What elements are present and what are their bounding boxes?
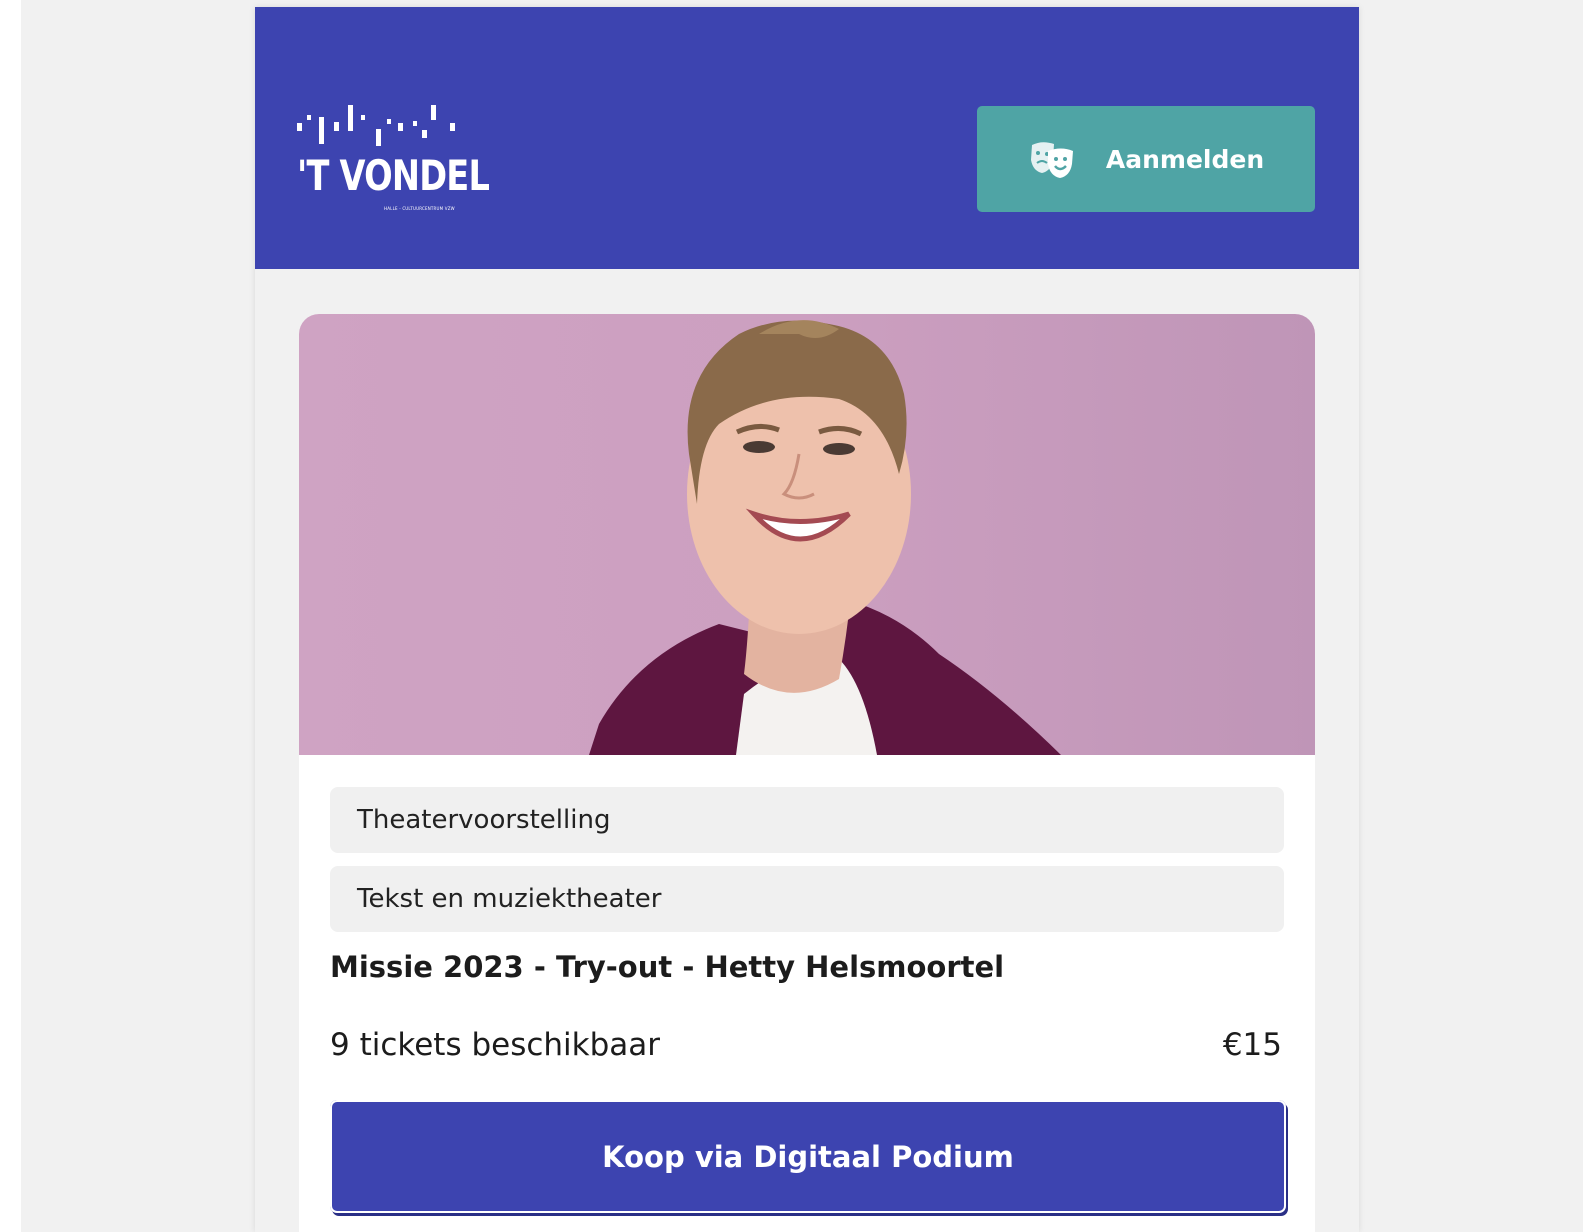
genre-tag[interactable]: Tekst en muziektheater [330, 866, 1284, 932]
login-button[interactable]: Aanmelden [977, 106, 1315, 212]
login-label: Aanmelden [1105, 144, 1265, 174]
site-header: 'T VONDEL HALLE - CULTUURCENTRUM VZW Aan… [255, 7, 1359, 269]
ticket-availability: 9 tickets beschikbaar [330, 1027, 661, 1063]
event-image[interactable] [299, 314, 1315, 755]
category-tag[interactable]: Theatervoorstelling [330, 787, 1284, 853]
logo-bars-icon [297, 105, 455, 146]
buy-tickets-label: Koop via Digitaal Podium [602, 1139, 1014, 1174]
event-title: Missie 2023 - Try-out - Hetty Helsmoorte… [330, 950, 1005, 984]
ticket-price: €15 [1222, 1027, 1282, 1063]
app-container: 'T VONDEL HALLE - CULTUURCENTRUM VZW Aan… [255, 7, 1359, 1232]
vondel-logo[interactable]: 'T VONDEL HALLE - CULTUURCENTRUM VZW [297, 103, 490, 219]
performer-portrait [299, 314, 1315, 755]
logo-subtitle: HALLE - CULTUURCENTRUM VZW [384, 206, 455, 211]
logo-wordmark: 'T VONDEL [297, 151, 490, 200]
event-card: Theatervoorstelling Tekst en muziektheat… [299, 314, 1315, 1232]
theater-masks-icon [1030, 142, 1073, 178]
buy-tickets-button[interactable]: Koop via Digitaal Podium [330, 1100, 1286, 1213]
